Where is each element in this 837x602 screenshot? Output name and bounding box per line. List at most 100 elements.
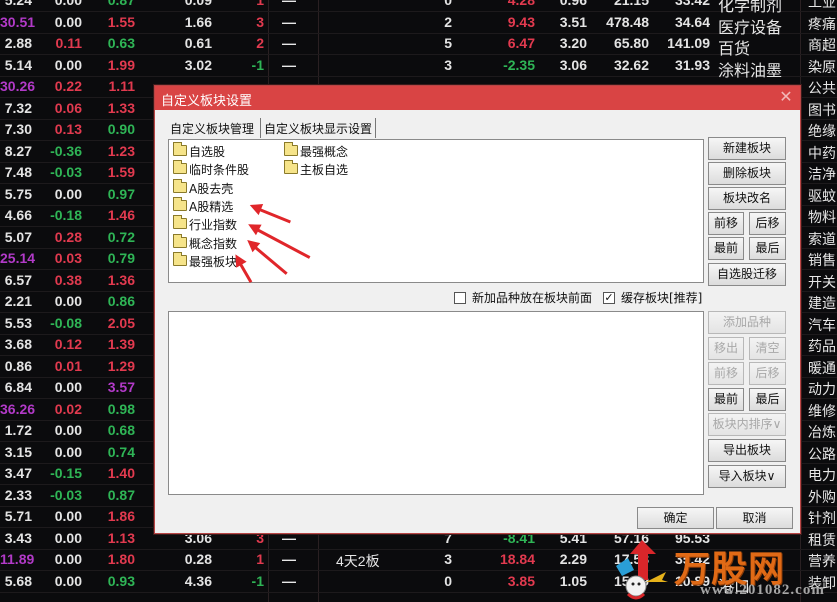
quote-cell-cnt: 5 [444,35,452,51]
quote-cell-chg: 0.03 [54,250,82,266]
quote-cell-turn: 1.33 [107,99,135,116]
clear-stocks-button[interactable]: 清空 [749,337,786,360]
watermark-logo: 万股网 www.201082.com [612,540,837,602]
cache-block-option[interactable]: ✓ 缓存板块[推荐] [603,289,702,306]
quote-row[interactable]: 30.51 0.00 1.55 1.66 3—2 9.43 3.51 478.48 34.64 医… [0,11,837,37]
block-item[interactable]: 自选股 [173,142,225,161]
block-to-last-button[interactable]: 最后 [749,237,786,260]
quote-cell-chg: 0.06 [54,99,82,116]
quote-cell-price: 0.86 [4,357,32,374]
rename-block-button[interactable]: 板块改名 [708,187,786,210]
cache-block-checkbox[interactable]: ✓ [603,291,615,304]
dialog-titlebar[interactable]: 自定义板块设置 ✕ [155,86,800,110]
quote-cell-sub: 洁净 [808,166,836,182]
quote-cell-cnt: 0 [444,0,452,8]
export-block-button[interactable]: 导出板块 [708,439,786,462]
folder-icon [284,160,298,174]
quote-cell-price: 5.07 [4,228,32,245]
quote-cell-sub: 物料 [808,209,836,225]
new-block-button[interactable]: 新建板块 [708,137,786,160]
quote-cell-chg: -0.08 [50,314,82,331]
quote-cell-price: 5.71 [4,508,32,524]
annotation-arrow-icon [237,260,253,284]
migrate-watchlist-button[interactable]: 自选股迁移 [708,263,786,286]
block-item[interactable]: 概念指数 [173,234,237,253]
quote-cell-chg: 0.00 [54,56,82,73]
stock-move-up-button[interactable]: 前移 [708,362,744,385]
add-stock-button[interactable]: 添加品种 [708,311,786,334]
quote-cell-sub: 公路 [808,445,836,462]
quote-cell-turn: 3.57 [107,379,135,395]
quote-cell-sub: 中药 [808,144,836,161]
quote-cell-price: 25.14 [0,250,36,266]
folder-icon [173,252,187,266]
block-item[interactable]: 行业指数 [173,215,237,234]
quote-cell-turn: 0.90 [107,121,135,137]
tab-block-management[interactable]: 自定义板块管理 [167,118,257,138]
block-item[interactable]: 主板自选 [284,160,348,179]
quote-cell-turn: 0.68 [107,422,135,438]
quote-cell-sub: 开关 [808,273,836,290]
ok-button[interactable]: 确定 [637,507,714,529]
block-move-down-button[interactable]: 后移 [749,212,786,235]
quote-cell-chg: 0.11 [55,35,82,51]
quote-cell-sub: 冶炼 [808,424,836,440]
quote-cell-chg: 0.12 [54,336,82,352]
quote-cell-chg: 0.00 [54,443,82,460]
quote-cell-turn: 1.59 [107,164,135,180]
quote-cell-vr: 1.66 [184,13,212,30]
block-move-up-button[interactable]: 前移 [708,212,744,235]
annotation-arrow-icon [252,244,288,275]
quote-cell-turn: 1.13 [107,529,135,546]
block-item[interactable]: 临时条件股 [173,160,249,179]
stock-to-first-button[interactable]: 最前 [708,388,744,411]
annotation-arrow-icon [256,207,291,224]
quote-cell-a: 2.29 [559,551,587,567]
quote-cell-cnt: 3 [444,551,452,567]
quote-row[interactable]: 5.14 0.00 1.99 3.02 -1—3 -2.35 3.06 32.62 31.93 涂… [0,54,837,80]
add-to-front-option[interactable]: 新加品种放在板块前面 [454,289,592,306]
quote-cell-chg: -0.03 [50,164,82,180]
block-item[interactable]: A股精选 [173,197,233,216]
block-to-first-button[interactable]: 最前 [708,237,744,260]
quote-cell-turn: 2.05 [107,314,135,331]
quote-cell-price: 5.75 [4,185,32,202]
block-list[interactable]: 自选股 临时条件股 A股去壳 A股精选 行业指数 概念指数 最强板块 最强概念 … [168,139,704,284]
sort-in-block-dropdown[interactable]: 板块内排序∨ [708,413,786,436]
block-item[interactable]: 最强概念 [284,142,348,161]
quote-cell-sub: 公共 [808,80,836,96]
block-item[interactable]: A股去壳 [173,179,233,198]
quote-cell-a: 1.05 [559,572,587,589]
cancel-button[interactable]: 取消 [716,507,793,529]
quote-cell-sub: 动力 [808,381,836,397]
quote-cell-turn: 0.93 [107,572,135,589]
quote-cell-price: 4.66 [4,207,32,223]
quote-cell-lim: -1 [251,56,264,73]
quote-cell-sub: 药品 [808,338,836,354]
quote-cell-chg: 0.01 [54,357,82,374]
close-icon[interactable]: ✕ [776,87,796,107]
add-to-front-checkbox[interactable] [454,291,466,304]
stock-move-down-button[interactable]: 后移 [749,362,786,385]
quote-cell-chg: 0.00 [54,185,82,202]
quote-row[interactable]: 2.88 0.11 0.63 0.61 2—5 6.47 3.20 65.80 141.09 百货… [0,32,837,58]
quote-cell-price: 8.27 [4,142,32,159]
quote-cell-vr: 0.09 [184,0,212,8]
tab-block-display-settings[interactable]: 自定义板块显示设置 [260,118,377,138]
block-item[interactable]: 最强板块 [173,252,237,271]
quote-cell-sub: 染原 [808,58,836,75]
remove-stock-button[interactable]: 移出 [708,337,744,360]
quote-cell-pct: 9.43 [507,13,535,30]
quote-cell-price: 5.24 [4,0,32,8]
quote-cell-lim: 2 [256,35,264,51]
quote-cell-turn: 1.36 [107,271,135,288]
stock-item-list[interactable] [168,311,704,495]
import-block-dropdown[interactable]: 导入板块∨ [708,465,786,488]
quote-cell-sub: 驱蚊 [808,187,836,204]
quote-cell-turn: 1.40 [107,465,135,481]
quote-cell-pct: 3.85 [507,572,535,589]
quote-cell-price: 5.53 [4,314,32,331]
quote-cell-price: 30.26 [0,78,36,94]
stock-to-last-button[interactable]: 最后 [749,388,786,411]
delete-block-button[interactable]: 删除板块 [708,162,786,185]
